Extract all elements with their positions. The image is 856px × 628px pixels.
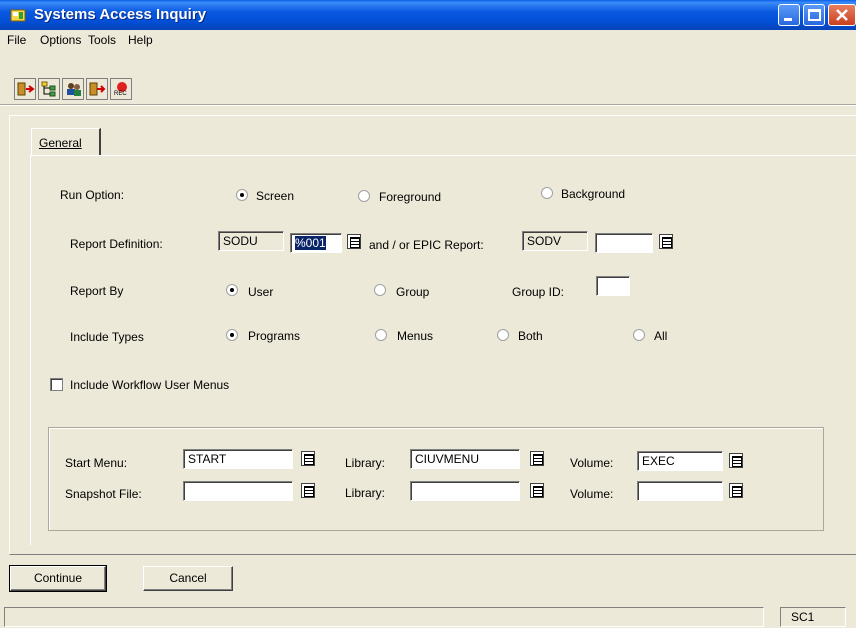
cancel-button[interactable]: Cancel — [143, 566, 233, 591]
epic-report-label: and / or EPIC Report: — [369, 238, 484, 252]
group-id-label: Group ID: — [512, 285, 565, 299]
maximize-button[interactable] — [803, 4, 825, 26]
maximize-icon — [808, 9, 821, 21]
include-types-programs-radio[interactable] — [226, 329, 238, 341]
epic-report-field-2[interactable] — [595, 233, 653, 253]
run-icon — [89, 82, 106, 96]
include-workflow-checkbox[interactable] — [50, 378, 63, 391]
users-button[interactable] — [62, 78, 84, 100]
snapshot-library-lookup-button[interactable] — [530, 483, 544, 498]
snapshot-library-label: Library: — [345, 486, 386, 500]
status-cell-code: SC1 — [780, 607, 846, 627]
report-definition-field-2[interactable]: %001 — [290, 233, 342, 253]
include-types-all-label: All — [654, 329, 668, 343]
snapshot-file-lookup-button[interactable] — [301, 483, 315, 498]
report-by-label: Report By — [70, 284, 124, 298]
report-by-group-radio[interactable] — [374, 284, 386, 296]
run-option-screen-radio[interactable] — [236, 189, 248, 201]
menu-bar: File Options Tools Help — [0, 30, 856, 50]
run-button[interactable] — [86, 78, 108, 100]
snapshot-volume-label: Volume: — [570, 487, 614, 501]
window-title: Systems Access Inquiry — [34, 6, 207, 23]
start-menu-volume-label: Volume: — [570, 456, 614, 470]
status-cell-main — [4, 607, 764, 627]
report-definition-lookup-button[interactable] — [347, 234, 361, 249]
start-menu-library-lookup-button[interactable] — [530, 451, 544, 466]
report-by-user-label: User — [248, 285, 274, 299]
epic-report-lookup-button[interactable] — [659, 234, 673, 249]
report-by-group-label: Group — [396, 285, 430, 299]
people-icon — [67, 83, 81, 96]
snapshot-library-field[interactable] — [410, 481, 520, 501]
tree-view-button[interactable] — [38, 78, 60, 100]
include-types-all-radio[interactable] — [633, 329, 645, 341]
tree-icon — [41, 81, 56, 97]
minimize-button[interactable] — [778, 4, 800, 26]
exit-icon — [17, 82, 35, 96]
snapshot-volume-lookup-button[interactable] — [729, 483, 743, 498]
snapshot-file-field[interactable] — [183, 481, 293, 501]
start-menu-volume-lookup-button[interactable] — [729, 453, 743, 468]
include-types-both-radio[interactable] — [497, 329, 509, 341]
include-types-programs-label: Programs — [248, 329, 301, 343]
exit-button[interactable] — [14, 78, 36, 100]
include-types-label: Include Types — [70, 330, 144, 344]
app-icon — [10, 9, 26, 22]
run-option-screen-label: Screen — [256, 189, 295, 203]
start-menu-volume-field[interactable]: EXEC — [637, 451, 723, 471]
start-menu-library-field[interactable]: CIUVMENU — [410, 449, 520, 469]
toolbar-separator — [0, 104, 856, 106]
group-id-field[interactable] — [596, 276, 630, 296]
include-types-menus-radio[interactable] — [375, 329, 387, 341]
snapshot-volume-field[interactable] — [637, 481, 723, 501]
close-button[interactable] — [828, 4, 856, 26]
snapshot-file-label: Snapshot File: — [65, 487, 142, 501]
include-types-menus-label: Menus — [397, 329, 434, 343]
start-menu-field[interactable]: START — [183, 449, 293, 469]
continue-button[interactable]: Continue — [9, 565, 107, 592]
report-definition-field-2-value: %001 — [295, 236, 326, 250]
start-menu-lookup-button[interactable] — [301, 451, 315, 466]
report-definition-field-1[interactable]: SODU — [218, 231, 284, 251]
report-by-user-radio[interactable] — [226, 284, 238, 296]
epic-report-field-1[interactable]: SODV — [522, 231, 588, 251]
tab-general-label: General — [39, 136, 82, 150]
minimize-icon — [784, 18, 792, 21]
close-icon — [836, 9, 848, 21]
start-menu-label: Start Menu: — [65, 456, 128, 470]
run-option-foreground-label: Foreground — [379, 190, 442, 204]
record-label: REC — [114, 91, 127, 97]
start-menu-library-label: Library: — [345, 456, 386, 470]
record-button[interactable]: REC — [110, 78, 132, 100]
run-option-background-label: Background — [561, 187, 626, 201]
include-types-both-label: Both — [518, 329, 543, 343]
report-definition-label: Report Definition: — [70, 237, 163, 251]
run-option-label: Run Option: — [60, 188, 125, 202]
include-workflow-label: Include Workflow User Menus — [70, 378, 230, 392]
menu-tools[interactable]: Tools — [88, 33, 116, 47]
menu-help[interactable]: Help — [128, 33, 153, 47]
menu-options[interactable]: Options — [40, 33, 81, 47]
menu-file[interactable]: File — [7, 33, 26, 47]
menu-group-box — [48, 427, 824, 531]
run-option-background-radio[interactable] — [541, 187, 553, 199]
run-option-foreground-radio[interactable] — [358, 190, 370, 202]
